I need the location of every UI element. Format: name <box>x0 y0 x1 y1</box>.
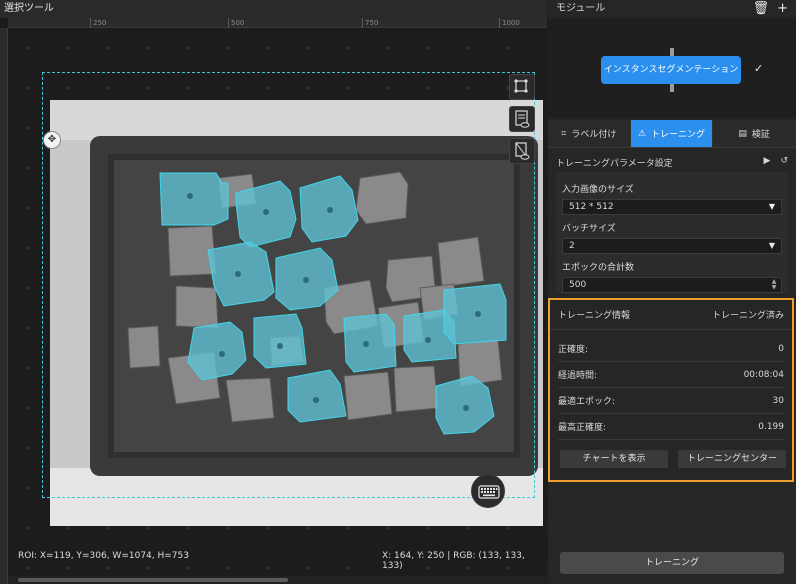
select-value: 512 * 512 <box>569 202 614 212</box>
tab-label: ラベル付け <box>571 130 617 140</box>
horizontal-scrollbar[interactable] <box>8 576 547 584</box>
roi-tool-button[interactable] <box>509 74 535 100</box>
training-status: トレーニング済み <box>711 311 784 321</box>
info-label: 経過時間: <box>558 371 598 381</box>
chevron-down-icon: ▼ <box>768 202 775 211</box>
history-icon[interactable]: ↺ <box>780 156 788 169</box>
image-viewer: 選択ツール 250 500 750 1000 ✥ ROI: X=119, Y=3… <box>0 0 547 584</box>
chevron-down-icon: ▼ <box>768 241 775 250</box>
tab-validate[interactable]: ▤ 検証 <box>713 120 796 147</box>
tab-label: 検証 <box>751 130 770 140</box>
params-title: トレーニングパラメータ設定 <box>556 159 673 169</box>
info-row-accuracy: 正確度: 0 <box>558 336 784 362</box>
app-window: 選択ツール 250 500 750 1000 ✥ ROI: X=119, Y=3… <box>0 0 796 584</box>
mode-tabs: ⌗ ラベル付け ⚠ トレーニング ▤ 検証 <box>548 120 796 148</box>
check-icon: ✓ <box>754 62 764 75</box>
info-label: 最適エポック: <box>558 397 616 407</box>
stepper-value: 500 <box>569 280 587 290</box>
roi-move-handle[interactable]: ✥ <box>43 131 61 149</box>
tab-label: トレーニング <box>651 130 706 140</box>
keyboard-icon <box>478 485 500 499</box>
select-value: 2 <box>569 241 575 251</box>
mask-view-icon <box>515 142 530 160</box>
params-form: 入力画像のサイズ 512 * 512 ▼ バッチサイズ 2 ▼ エポックの合計数… <box>556 172 788 294</box>
cursor-status: X: 164, Y: 250 | RGB: (133, 133, 133) <box>382 551 525 571</box>
training-info-panel: トレーニング情報 トレーニング済み 正確度: 0 経過時間: 00:08:04 … <box>548 298 794 482</box>
roi-frame[interactable] <box>42 72 535 498</box>
input-size-label: 入力画像のサイズ <box>562 185 634 195</box>
trash-icon[interactable]: 🗑 <box>753 0 770 18</box>
ruler-tick: 1000 <box>499 18 520 28</box>
panel-header: モジュール 🗑 + <box>548 0 796 18</box>
module-graph: インスタンスセグメンテーション ✓ <box>548 18 796 118</box>
scrollbar-thumb[interactable] <box>18 578 288 582</box>
label-view-icon <box>515 110 530 128</box>
show-chart-button[interactable]: チャートを表示 <box>560 450 668 468</box>
roi-tool-icon <box>514 79 528 93</box>
input-size-select[interactable]: 512 * 512 ▼ <box>562 199 782 215</box>
info-value: 00:08:04 <box>743 369 784 380</box>
epoch-stepper[interactable]: 500 ▲ ▼ <box>562 277 782 293</box>
ruler-tick: 500 <box>228 18 244 28</box>
info-row-best-accuracy: 最高正確度: 0.199 <box>558 414 784 440</box>
tab-labeling[interactable]: ⌗ ラベル付け <box>548 120 631 147</box>
mask-view-button[interactable] <box>509 138 535 164</box>
batch-size-label: バッチサイズ <box>562 224 616 234</box>
ruler-top: 250 500 750 1000 <box>8 18 547 28</box>
ruler-tick: 750 <box>362 18 378 28</box>
info-label: 正確度: <box>558 345 589 355</box>
ruler-left <box>0 28 8 584</box>
label-view-button[interactable] <box>509 106 535 132</box>
module-node[interactable]: インスタンスセグメンテーション <box>601 56 741 84</box>
plus-icon[interactable]: + <box>777 0 788 18</box>
batch-size-select[interactable]: 2 ▼ <box>562 238 782 254</box>
roi-status: ROI: X=119, Y=306, W=1074, H=753 <box>18 551 189 561</box>
validate-icon: ▤ <box>738 128 747 139</box>
module-connector-top <box>670 48 674 56</box>
info-value: 0 <box>778 343 784 354</box>
info-label: 最高正確度: <box>558 423 607 433</box>
keyboard-button[interactable] <box>471 474 505 508</box>
viewer-title: 選択ツール <box>0 0 547 18</box>
train-button[interactable]: トレーニング <box>560 552 784 574</box>
info-value: 30 <box>772 395 784 406</box>
training-info-header: トレーニング情報 トレーニング済み <box>550 300 792 330</box>
ruler-tick: 250 <box>90 18 106 28</box>
info-row-best-epoch: 最適エポック: 30 <box>558 388 784 414</box>
epoch-label: エポックの合計数 <box>562 263 635 273</box>
right-panel: モジュール 🗑 + インスタンスセグメンテーション ✓ ⌗ ラベル付け ⚠ トレ… <box>548 0 796 584</box>
panel-title: モジュール <box>556 3 606 14</box>
params-header: トレーニングパラメータ設定 ▶ ↺ <box>556 156 788 169</box>
info-actions: チャートを表示 トレーニングセンター <box>560 450 786 468</box>
info-value: 0.199 <box>758 421 784 432</box>
info-row-elapsed: 経過時間: 00:08:04 <box>558 362 784 388</box>
module-connector-bottom <box>670 84 674 92</box>
play-icon[interactable]: ▶ <box>764 156 771 169</box>
info-title: トレーニング情報 <box>558 311 631 321</box>
training-icon: ⚠ <box>637 128 647 139</box>
label-icon: ⌗ <box>561 128 567 139</box>
training-center-button[interactable]: トレーニングセンター <box>678 450 786 468</box>
tab-training[interactable]: ⚠ トレーニング <box>630 120 714 147</box>
stepper-arrows-icon[interactable]: ▲ ▼ <box>769 279 779 291</box>
